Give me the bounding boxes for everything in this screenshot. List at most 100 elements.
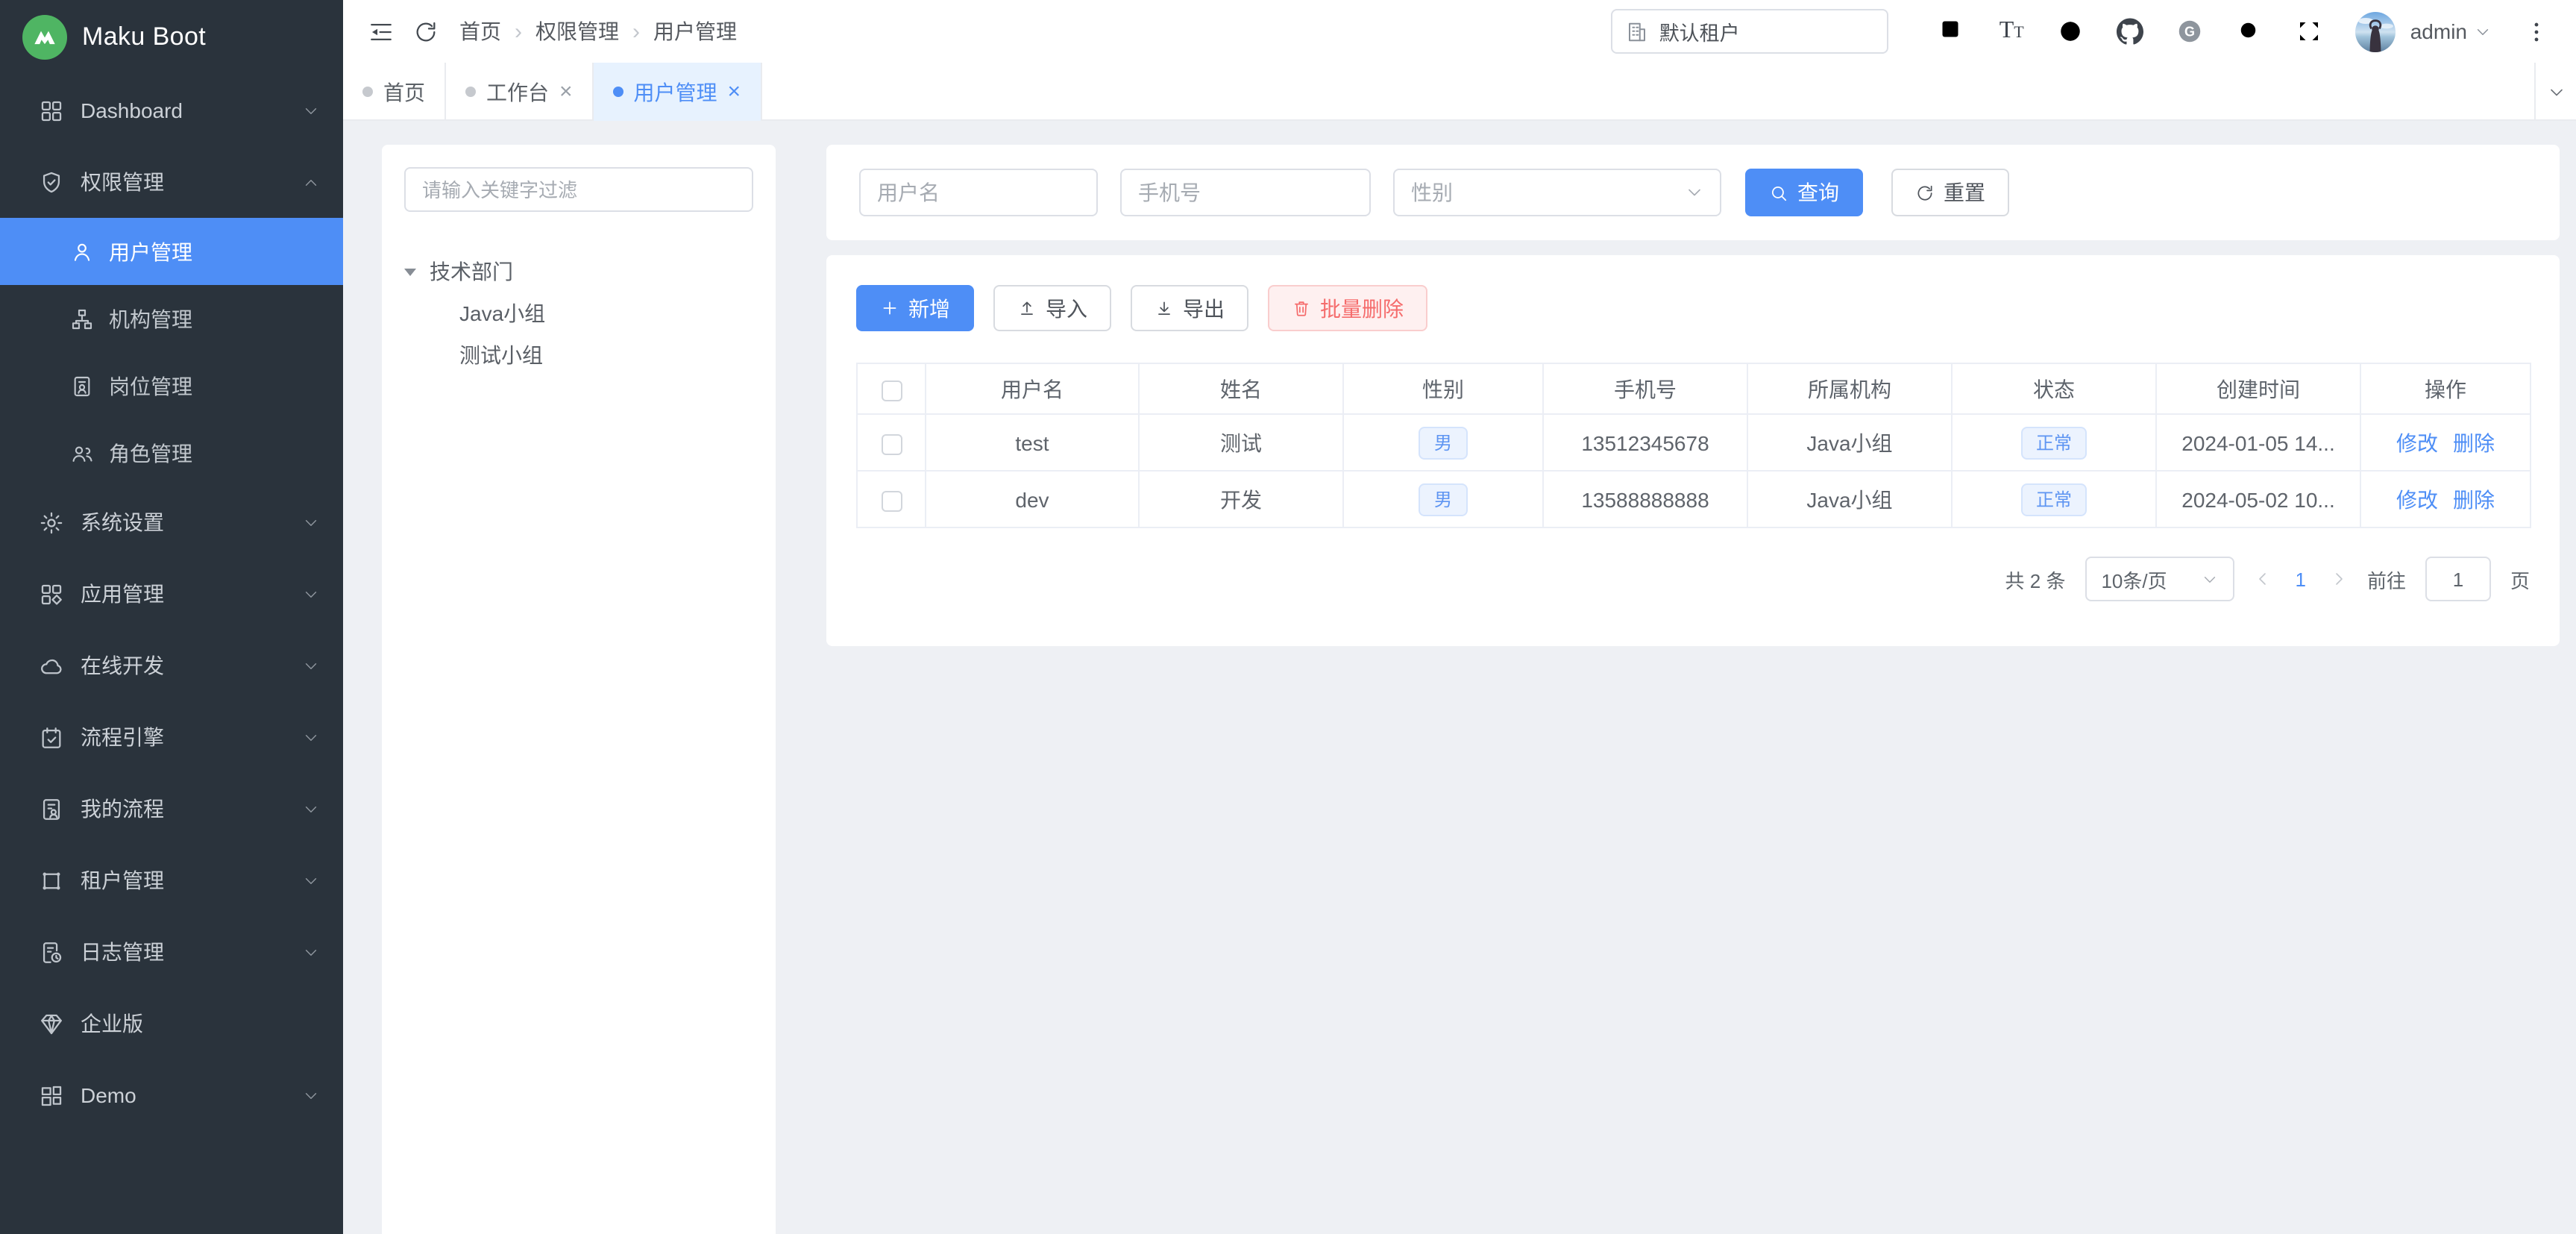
sidebar-item-post-management[interactable]: 岗位管理 [0,352,343,419]
trash-icon [1292,298,1311,318]
caret-down-icon[interactable] [404,268,416,275]
sidebar-item-workflow-engine[interactable]: 流程引擎 [0,701,343,773]
sidebar-item-dashboard[interactable]: Dashboard [0,75,343,146]
cell-org: Java小组 [1747,471,1952,527]
user-icon [70,239,94,263]
row-checkbox[interactable] [881,490,902,511]
table-row: dev 开发 男 13588888888 Java小组 正常 2024-05-0… [857,471,2531,527]
chevron-down-icon [2201,571,2217,587]
username-field[interactable] [859,169,1098,216]
sidebar-item-online-dev[interactable]: 在线开发 [0,630,343,701]
import-button[interactable]: 导入 [993,285,1111,331]
cell-realname: 测试 [1139,414,1343,471]
delete-link[interactable]: 删除 [2453,487,2495,511]
breadcrumb-home[interactable]: 首页 [459,16,501,46]
log-icon [39,939,64,965]
fullscreen-icon[interactable] [2296,18,2322,45]
user-table: 用户名 姓名 性别 手机号 所属机构 状态 创建时间 操作 [856,363,2531,528]
sidebar-item-tenant-management[interactable]: 租户管理 [0,845,343,916]
translate-icon[interactable] [1940,18,1967,45]
edit-link[interactable]: 修改 [2396,487,2438,511]
gender-select[interactable]: 性别 [1393,169,1721,216]
chevron-down-icon [303,944,319,960]
org-tree-panel: 技术部门 Java小组 测试小组 [382,145,776,1234]
sidebar-menu: Dashboard 权限管理 用户管理 机构管理 岗位管理 [0,75,343,1234]
pagination: 共 2 条 10条/页 1 前往 页 [856,557,2530,601]
tab-home[interactable]: 首页 [343,63,446,121]
table-header-row: 用户名 姓名 性别 手机号 所属机构 状态 创建时间 操作 [857,363,2531,414]
chevron-down-icon [303,729,319,745]
gender-badge: 男 [1419,426,1467,459]
sidebar-item-system-settings[interactable]: 系统设置 [0,486,343,558]
search-form: 性别 查询 重置 [826,145,2560,240]
batch-delete-button[interactable]: 批量删除 [1268,285,1427,331]
tree-node-child[interactable]: 测试小组 [404,334,753,376]
chevron-down-icon [303,801,319,817]
export-button[interactable]: 导出 [1131,285,1248,331]
sidebar-item-org-management[interactable]: 机构管理 [0,285,343,352]
page-unit-label: 页 [2510,565,2530,593]
tree-node-root[interactable]: 技术部门 [404,251,753,292]
sidebar-item-permission[interactable]: 权限管理 [0,146,343,218]
app-window: Maku Boot Dashboard 权限管理 用户管理 机构管理 [0,0,2576,1234]
sidebar-item-role-management[interactable]: 角色管理 [0,419,343,486]
collapse-sidebar-button[interactable] [358,9,403,54]
font-size-icon[interactable]: TT [1999,19,2024,43]
demo-icon [39,1083,64,1108]
globe-icon[interactable] [2057,18,2084,45]
status-badge: 正常 [2021,483,2087,516]
goto-page-input[interactable] [2425,557,2491,601]
reset-button[interactable]: 重置 [1891,169,2009,216]
app-logo[interactable]: Maku Boot [0,0,343,75]
search-icon[interactable] [2236,18,2263,45]
col-status: 状态 [1952,363,2156,414]
breadcrumb-separator: › [515,19,522,44]
user-name: admin [2410,19,2467,43]
sidebar-item-enterprise[interactable]: 企业版 [0,988,343,1059]
tenant-select[interactable] [1612,9,1889,54]
refresh-icon [1915,183,1935,202]
gitee-icon[interactable] [2176,18,2203,45]
delete-link[interactable]: 删除 [2453,430,2495,454]
add-button[interactable]: 新增 [856,285,974,331]
refresh-button[interactable] [403,9,447,54]
edit-link[interactable]: 修改 [2396,430,2438,454]
sidebar-item-my-workflow[interactable]: 我的流程 [0,773,343,845]
query-button[interactable]: 查询 [1745,169,1863,216]
cell-org: Java小组 [1747,414,1952,471]
sidebar-item-demo[interactable]: Demo [0,1059,343,1131]
cloud-icon [39,653,64,678]
breadcrumb-separator: › [632,19,640,44]
tab-workbench[interactable]: 工作台 × [446,63,594,121]
sidebar-item-log-management[interactable]: 日志管理 [0,916,343,988]
sidebar-item-app-management[interactable]: 应用管理 [0,558,343,630]
tree-node-child[interactable]: Java小组 [404,292,753,334]
mobile-field[interactable] [1120,169,1371,216]
tab-user-management[interactable]: 用户管理 × [594,63,762,121]
next-page-icon[interactable] [2330,570,2348,588]
col-create-time: 创建时间 [2156,363,2360,414]
header-actions: TT [1612,9,2549,54]
breadcrumb-permission[interactable]: 权限管理 [535,16,619,46]
col-realname: 姓名 [1139,363,1343,414]
close-tab-icon[interactable]: × [728,81,741,103]
org-tree: 技术部门 Java小组 测试小组 [404,251,753,376]
user-avatar[interactable] [2355,11,2396,51]
sidebar-item-user-management[interactable]: 用户管理 [0,218,343,285]
prev-page-icon[interactable] [2253,570,2271,588]
tenant-select-input[interactable] [1659,20,1874,43]
avatar-image [2355,11,2396,51]
more-options-icon[interactable] [2524,19,2549,44]
page-number[interactable]: 1 [2290,568,2310,590]
user-menu[interactable]: admin [2410,19,2491,43]
main-column: 首页 › 权限管理 › 用户管理 TT [343,0,2576,1234]
tree-filter-input[interactable] [404,167,753,212]
close-tab-icon[interactable]: × [559,81,573,103]
select-all-checkbox[interactable] [881,380,902,401]
github-icon[interactable] [2117,18,2143,45]
chevron-down-icon [303,514,319,530]
tab-list-dropdown[interactable] [2534,63,2576,121]
chevron-down-icon [303,1087,319,1103]
row-checkbox[interactable] [881,433,902,454]
page-size-select[interactable]: 10条/页 [2085,557,2234,601]
